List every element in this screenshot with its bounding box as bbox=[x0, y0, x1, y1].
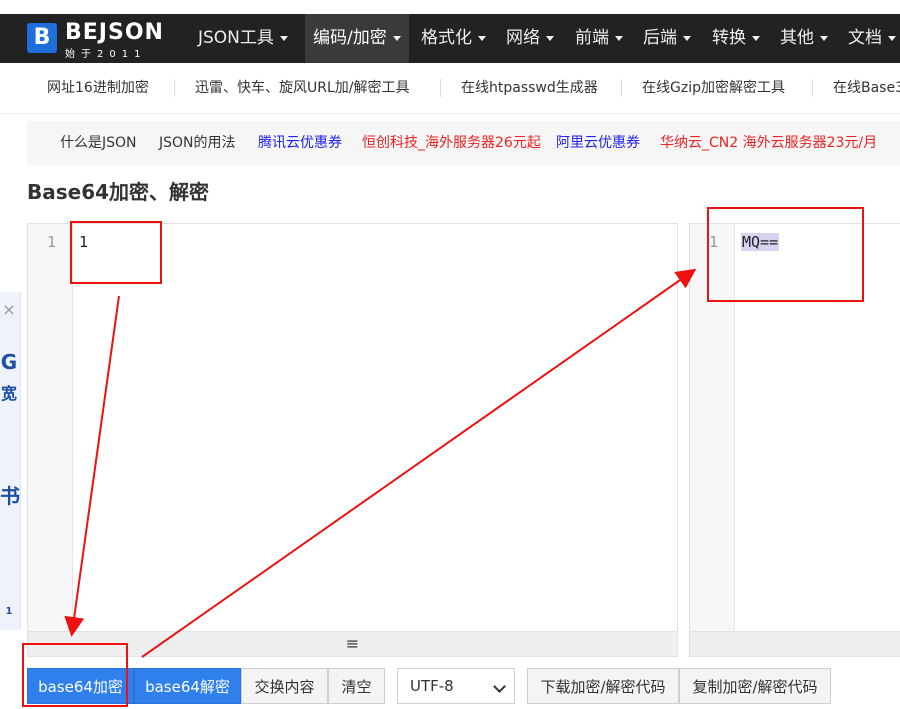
nav-docs[interactable]: 文档 bbox=[840, 14, 900, 63]
close-icon[interactable]: × bbox=[0, 300, 18, 319]
nav-encode-encrypt[interactable]: 编码/加密 bbox=[305, 14, 409, 63]
caret-down-icon bbox=[888, 35, 896, 41]
nav-backend[interactable]: 后端 bbox=[635, 14, 699, 63]
link-huanayun-ad[interactable]: 华纳云_CN2 海外云服务器23元/月 bbox=[660, 121, 877, 165]
link-what-is-json[interactable]: 什么是JSON bbox=[60, 121, 137, 165]
line-number: 1 bbox=[46, 233, 56, 251]
nav-network[interactable]: 网络 bbox=[498, 14, 562, 63]
link-aliyun-coupon[interactable]: 阿里云优惠券 bbox=[556, 121, 640, 165]
divider bbox=[812, 79, 813, 97]
caret-down-icon bbox=[820, 35, 828, 41]
logo-name: BEJSON bbox=[65, 20, 164, 45]
annotation-box-output bbox=[707, 207, 864, 302]
line-gutter: 1 bbox=[28, 224, 73, 656]
caret-down-icon bbox=[683, 35, 691, 41]
nav-json-tools[interactable]: JSON工具 bbox=[190, 14, 296, 63]
swap-content-button[interactable]: 交换内容 bbox=[241, 668, 328, 704]
nav-convert[interactable]: 转换 bbox=[704, 14, 768, 63]
chevron-down-icon bbox=[493, 680, 506, 693]
caret-down-icon bbox=[752, 35, 760, 41]
divider bbox=[440, 79, 441, 97]
clear-button[interactable]: 清空 bbox=[328, 668, 385, 704]
link-hengchuang-ad[interactable]: 恒创科技_海外服务器26元起 bbox=[362, 121, 541, 165]
caret-down-icon bbox=[615, 35, 623, 41]
link-url-hex[interactable]: 网址16进制加密 bbox=[47, 63, 149, 113]
copy-code-button[interactable]: 复制加密/解密代码 bbox=[679, 668, 831, 704]
side-ad-text: G bbox=[0, 350, 18, 374]
nav-other[interactable]: 其他 bbox=[772, 14, 836, 63]
tool-links-row: 网址16进制加密 迅雷、快车、旋风URL加/解密工具 在线htpasswd生成器… bbox=[0, 63, 900, 114]
side-advertisement[interactable]: × G 宽 书 1 bbox=[0, 292, 21, 630]
link-gzip[interactable]: 在线Gzip加密解密工具 bbox=[642, 63, 785, 113]
caret-down-icon bbox=[279, 35, 288, 41]
input-editor[interactable]: 1 1 ≡ bbox=[27, 223, 678, 657]
divider bbox=[174, 79, 175, 97]
base64-decode-button[interactable]: base64解密 bbox=[134, 668, 241, 704]
nav-format[interactable]: 格式化 bbox=[413, 14, 494, 63]
annotation-box-encode-button bbox=[22, 643, 128, 707]
link-base32[interactable]: 在线Base3 bbox=[833, 63, 900, 113]
annotation-box-input bbox=[70, 221, 162, 284]
charset-select[interactable]: UTF-8 bbox=[397, 668, 515, 704]
link-htpasswd[interactable]: 在线htpasswd生成器 bbox=[461, 63, 598, 113]
link-thunder-url[interactable]: 迅雷、快车、旋风URL加/解密工具 bbox=[195, 63, 410, 113]
logo-mark: B bbox=[27, 23, 57, 53]
nav-frontend[interactable]: 前端 bbox=[567, 14, 631, 63]
caret-down-icon bbox=[392, 35, 401, 41]
page-title: Base64加密、解密 bbox=[27, 180, 210, 204]
side-ad-text: 宽 bbox=[0, 384, 17, 403]
download-code-button[interactable]: 下载加密/解密代码 bbox=[527, 668, 679, 704]
caret-down-icon bbox=[546, 35, 554, 41]
divider bbox=[621, 79, 622, 97]
output-footer-bar bbox=[690, 631, 900, 656]
top-nav-bar: B BEJSON 始于2011 JSON工具 编码/加密 格式化 网络 前端 后… bbox=[0, 14, 900, 63]
caret-down-icon bbox=[478, 35, 486, 41]
link-tencent-coupon[interactable]: 腾讯云优惠券 bbox=[258, 121, 342, 165]
logo-tagline: 始于2011 bbox=[65, 49, 147, 60]
side-ad-text: 书 bbox=[0, 484, 20, 508]
side-ad-text: 1 bbox=[5, 606, 13, 617]
charset-selected-value: UTF-8 bbox=[410, 677, 454, 695]
ad-links-row: 什么是JSON JSON的用法 腾讯云优惠券 恒创科技_海外服务器26元起 阿里… bbox=[27, 121, 900, 165]
link-json-usage[interactable]: JSON的用法 bbox=[159, 121, 236, 165]
